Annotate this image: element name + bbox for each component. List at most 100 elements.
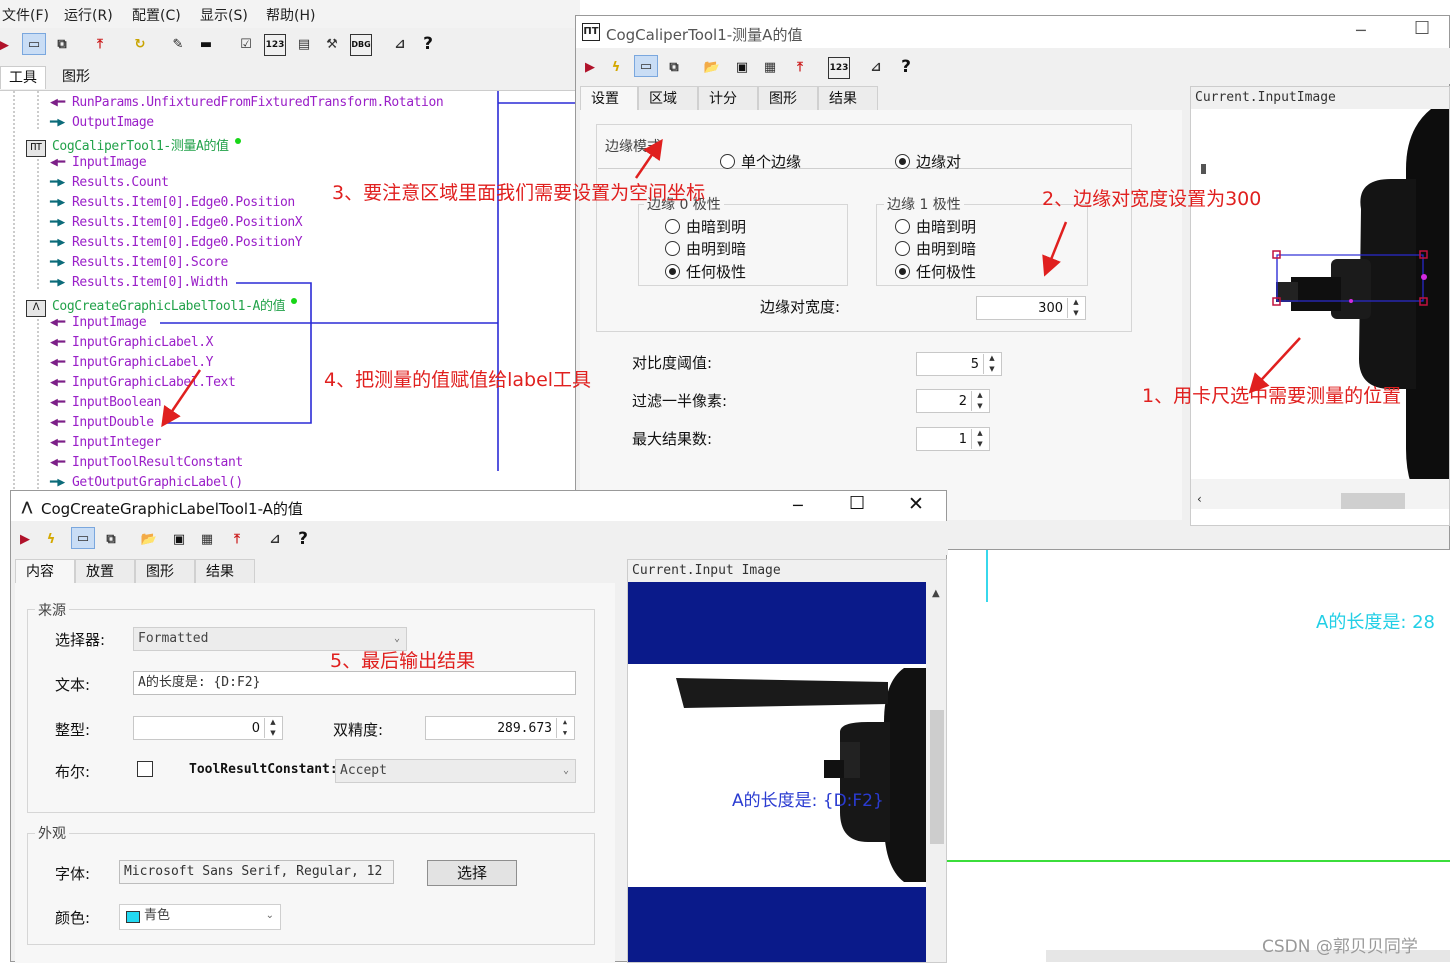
- windows-icon[interactable]: ⧉: [101, 529, 121, 549]
- save-icon[interactable]: ▣: [169, 529, 189, 549]
- menu-view[interactable]: 显示(S): [200, 5, 248, 25]
- close-icon[interactable]: ✕: [908, 493, 924, 515]
- tree-terminal[interactable]: ◀━ InputBoolean: [50, 395, 162, 410]
- label-image[interactable]: A的长度是: {D:F2} ▲: [628, 582, 947, 963]
- double-spinner[interactable]: 289.673 ▲ ▼: [425, 716, 575, 740]
- tab-results[interactable]: 结果: [195, 559, 255, 583]
- grid-icon[interactable]: ▦: [197, 529, 217, 549]
- windows-icon[interactable]: ⧉: [52, 34, 72, 54]
- checklist-icon[interactable]: ☑: [236, 34, 256, 54]
- edge1-light-to-dark[interactable]: 由明到暗: [895, 238, 976, 259]
- terminal-icon[interactable]: ▤: [294, 34, 314, 54]
- maximize-icon[interactable]: ☐: [1414, 18, 1430, 39]
- tree-terminal[interactable]: ◀━ RunParams.UnfixturedFromFixturedTransf…: [50, 95, 444, 110]
- maximize-icon[interactable]: ☐: [849, 493, 865, 514]
- tree-terminal[interactable]: ◀━ InputGraphicLabel.X: [50, 335, 214, 350]
- counter-icon[interactable]: 123: [828, 57, 850, 79]
- run-icon[interactable]: ▶: [0, 35, 14, 55]
- color-combo[interactable]: 青色 ⌄: [119, 904, 281, 930]
- tree-terminal[interactable]: ━▶ OutputImage: [50, 115, 154, 130]
- tree-terminal[interactable]: ◀━ InputImage: [50, 315, 147, 330]
- open-icon[interactable]: 📂: [702, 57, 722, 77]
- edge-pair-radio[interactable]: 边缘对: [895, 151, 961, 172]
- tree-terminal[interactable]: ◀━ InputImage: [50, 155, 147, 170]
- open-icon[interactable]: 📂: [139, 529, 159, 549]
- tree-tool-node[interactable]: ᐱ CogCreateGraphicLabelTool1-A的值: [26, 295, 298, 317]
- integer-spinner[interactable]: 0 ▲ ▼: [133, 716, 283, 740]
- reset-icon[interactable]: ⤒: [227, 529, 247, 549]
- menu-run[interactable]: 运行(R): [64, 5, 113, 25]
- tab-placement[interactable]: 放置: [75, 559, 135, 583]
- tree-terminal[interactable]: ◀━ InputDouble: [50, 415, 154, 430]
- tree-terminal[interactable]: ◀━ InputToolResultConstant: [50, 455, 243, 470]
- tab-results[interactable]: 结果: [818, 86, 878, 110]
- tab-graphics[interactable]: 图形: [135, 559, 195, 583]
- tree-terminal[interactable]: ━▶ Results.Count: [50, 175, 169, 190]
- single-edge-radio[interactable]: 单个边缘: [720, 151, 801, 172]
- run-icon[interactable]: ▶: [580, 57, 600, 77]
- edge0-any-polarity[interactable]: 任何极性: [665, 261, 746, 282]
- brush-icon[interactable]: ✎: [168, 34, 188, 54]
- help-icon[interactable]: ?: [418, 34, 438, 54]
- tab-tools[interactable]: 工具: [0, 66, 46, 89]
- tab-content[interactable]: 内容: [15, 559, 75, 583]
- trc-combo[interactable]: Accept ⌄: [335, 759, 576, 783]
- grid-icon[interactable]: ▦: [760, 57, 780, 77]
- edge1-dark-to-light[interactable]: 由暗到明: [895, 216, 976, 237]
- tab-settings[interactable]: 设置: [580, 86, 638, 110]
- refresh-icon[interactable]: ↻: [130, 34, 150, 54]
- minimize-icon[interactable]: ─: [793, 496, 803, 515]
- display-icon[interactable]: ▭: [634, 55, 658, 77]
- tree-terminal[interactable]: ◀━ InputGraphicLabel.Text: [50, 375, 236, 390]
- tree-terminal[interactable]: ━▶ Results.Item[0].Edge0.Position: [50, 195, 295, 210]
- windows-icon[interactable]: ⧉: [664, 57, 684, 77]
- tab-graphics[interactable]: 图形: [758, 86, 818, 110]
- background-label: A的长度是: 28: [1316, 612, 1436, 633]
- display-icon[interactable]: ▭: [22, 33, 46, 55]
- filter-spinner[interactable]: 2 ▲ ▼: [916, 389, 990, 413]
- minimize-icon[interactable]: ─: [1356, 21, 1366, 40]
- debug-icon[interactable]: DBG: [350, 34, 372, 56]
- tree-terminal[interactable]: ━▶ GetOutputGraphicLabel(): [50, 475, 243, 490]
- bool-checkbox[interactable]: [137, 761, 153, 777]
- choose-font-button[interactable]: 选择: [427, 860, 517, 886]
- caliper-image[interactable]: ‹: [1191, 109, 1450, 509]
- tree-terminal[interactable]: ◀━ InputGraphicLabel.Y: [50, 355, 214, 370]
- measure-icon[interactable]: ⊿: [390, 34, 410, 54]
- edge0-dark-to-light[interactable]: 由暗到明: [665, 216, 746, 237]
- menu-help[interactable]: 帮助(H): [266, 5, 315, 25]
- contrast-spinner[interactable]: 5 ▲ ▼: [916, 352, 1002, 376]
- tree-terminal[interactable]: ━▶ Results.Item[0].Edge0.PositionX: [50, 215, 303, 230]
- display-icon[interactable]: ▭: [71, 527, 95, 549]
- tree-terminal[interactable]: ━▶ Results.Item[0].Width: [50, 275, 228, 290]
- help-icon[interactable]: ?: [896, 57, 916, 77]
- output-arrow-icon: ━▶: [50, 195, 65, 210]
- text-input[interactable]: A的长度是: {D:F2}: [133, 671, 576, 695]
- tab-graphics[interactable]: 图形: [54, 66, 98, 88]
- run-once-icon[interactable]: ϟ: [41, 529, 61, 549]
- measure-icon[interactable]: ⊿: [265, 529, 285, 549]
- pair-width-spinner[interactable]: 300 ▲ ▼: [976, 296, 1086, 320]
- help-icon[interactable]: ?: [293, 529, 313, 549]
- reset-icon[interactable]: ⤒: [790, 57, 810, 77]
- save-icon[interactable]: ▣: [732, 57, 752, 77]
- reset-icon[interactable]: ⤒: [90, 34, 110, 54]
- edge1-any-polarity[interactable]: 任何极性: [895, 261, 976, 282]
- menu-config[interactable]: 配置(C): [132, 5, 181, 25]
- tree-terminal[interactable]: ◀━ InputInteger: [50, 435, 162, 450]
- counter-icon[interactable]: 123: [264, 34, 286, 56]
- record-icon[interactable]: ▬: [196, 34, 216, 54]
- tree-tool-node[interactable]: ΠΤ CogCaliperTool1-测量A的值: [26, 135, 241, 157]
- measure-icon[interactable]: ⊿: [866, 57, 886, 77]
- tab-scoring[interactable]: 计分: [698, 86, 758, 110]
- tab-region[interactable]: 区域: [638, 86, 698, 110]
- run-icon[interactable]: ▶: [15, 529, 35, 549]
- font-input: Microsoft Sans Serif, Regular, 12: [119, 860, 394, 884]
- menu-file[interactable]: 文件(F): [2, 5, 49, 25]
- tree-terminal[interactable]: ━▶ Results.Item[0].Edge0.PositionY: [50, 235, 303, 250]
- max-results-spinner[interactable]: 1 ▲ ▼: [916, 427, 990, 451]
- edge0-light-to-dark[interactable]: 由明到暗: [665, 238, 746, 259]
- tree-terminal[interactable]: ━▶ Results.Item[0].Score: [50, 255, 228, 270]
- tools-icon[interactable]: ⚒: [322, 34, 342, 54]
- run-once-icon[interactable]: ϟ: [606, 57, 626, 77]
